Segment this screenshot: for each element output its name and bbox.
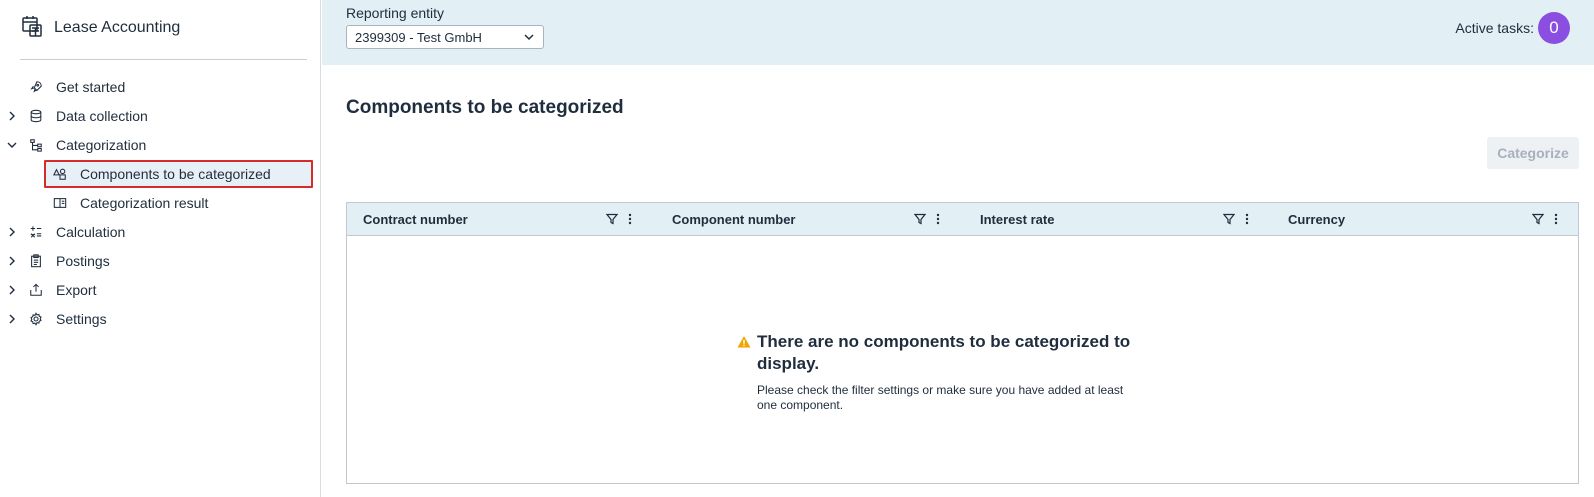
chevron-right-icon[interactable]: [6, 226, 18, 238]
column-header-interest-rate[interactable]: Interest rate: [980, 203, 1054, 236]
components-table: Contract number Component number Interes…: [346, 202, 1579, 484]
column-header-contract-number[interactable]: Contract number: [363, 203, 468, 236]
book-icon: [52, 195, 68, 211]
clipboard-icon: [28, 253, 44, 269]
sidebar-item-label: Calculation: [56, 223, 126, 240]
sidebar-item-data-collection[interactable]: Data collection: [0, 101, 320, 130]
sidebar-item-export[interactable]: Export: [0, 275, 320, 304]
more-vertical-icon[interactable]: [1550, 212, 1562, 230]
sidebar-item-components-to-be-categorized[interactable]: Components to be categorized: [0, 159, 320, 188]
column-tools: [1531, 212, 1562, 230]
more-vertical-icon[interactable]: [932, 212, 944, 230]
calculator-icon: [28, 224, 44, 240]
reporting-entity-label: Reporting entity: [346, 5, 445, 21]
chevron-right-icon[interactable]: [6, 255, 18, 267]
sidebar-item-categorization[interactable]: Categorization: [0, 130, 320, 159]
empty-state: There are no components to be categorize…: [737, 331, 1177, 413]
active-tasks-label: Active tasks:: [1455, 20, 1534, 36]
more-vertical-icon[interactable]: [1241, 212, 1253, 230]
sidebar-item-label: Data collection: [56, 107, 148, 124]
sidebar-item-label: Components to be categorized: [80, 165, 271, 182]
top-bar: Reporting entity 2399309 - Test GmbH Act…: [322, 0, 1594, 65]
active-tasks-badge[interactable]: 0: [1538, 12, 1570, 44]
app-title: Lease Accounting: [54, 19, 181, 36]
sidebar-item-calculation[interactable]: Calculation: [0, 217, 320, 246]
calendar-app-icon: [20, 14, 44, 43]
shapes-icon: [52, 166, 68, 182]
rocket-icon: [28, 79, 44, 95]
filter-icon[interactable]: [605, 212, 619, 230]
chevron-down-icon[interactable]: [6, 139, 18, 151]
chevron-right-icon[interactable]: [6, 284, 18, 296]
active-tasks[interactable]: Active tasks: 0: [1455, 12, 1570, 44]
database-icon: [28, 108, 44, 124]
page-title: Components to be categorized: [346, 97, 624, 118]
sidebar-item-label: Settings: [56, 310, 107, 327]
sidebar-item-categorization-result[interactable]: Categorization result: [0, 188, 320, 217]
chevron-right-icon[interactable]: [6, 313, 18, 325]
more-vertical-icon[interactable]: [624, 212, 636, 230]
filter-icon[interactable]: [913, 212, 927, 230]
hierarchy-icon: [28, 137, 44, 153]
sidebar-item-postings[interactable]: Postings: [0, 246, 320, 275]
column-header-component-number[interactable]: Component number: [672, 203, 796, 236]
column-header-label: Contract number: [363, 212, 468, 227]
sidebar-item-label: Categorization: [56, 136, 147, 153]
sidebar-item-label: Categorization result: [80, 194, 209, 211]
sidebar-item-label: Get started: [56, 78, 126, 95]
filter-icon[interactable]: [1222, 212, 1236, 230]
sidebar-divider: [20, 59, 307, 60]
sidebar-item-settings[interactable]: Settings: [0, 304, 320, 333]
sidebar: Lease Accounting Get started Data collec…: [0, 0, 321, 497]
sidebar-item-label: Export: [56, 281, 97, 298]
table-header: Contract number Component number Interes…: [347, 203, 1578, 236]
column-header-label: Currency: [1288, 212, 1346, 227]
warning-icon: [737, 335, 751, 349]
sidebar-item-label: Postings: [56, 252, 110, 269]
reporting-entity-select[interactable]: 2399309 - Test GmbH: [346, 25, 544, 49]
empty-state-description: Please check the filter settings or make…: [757, 383, 1124, 412]
column-tools: [1222, 212, 1253, 230]
column-header-label: Interest rate: [980, 212, 1055, 227]
sidebar-item-get-started[interactable]: Get started: [0, 72, 320, 101]
chevron-right-icon[interactable]: [6, 110, 18, 122]
filter-icon[interactable]: [1531, 212, 1545, 230]
column-header-label: Component number: [672, 212, 796, 227]
app-header[interactable]: Lease Accounting: [20, 10, 180, 46]
reporting-entity-value: 2399309 - Test GmbH: [355, 29, 482, 45]
gear-icon: [28, 311, 44, 327]
categorize-button[interactable]: Categorize: [1487, 137, 1579, 169]
export-icon: [28, 282, 44, 298]
column-header-currency[interactable]: Currency: [1288, 203, 1345, 236]
chevron-down-icon: [523, 31, 535, 43]
sidebar-nav: Get started Data collection Categorizati…: [0, 72, 320, 333]
empty-state-title: There are no components to be categorize…: [757, 332, 1131, 373]
column-tools: [605, 212, 636, 230]
column-tools: [913, 212, 944, 230]
